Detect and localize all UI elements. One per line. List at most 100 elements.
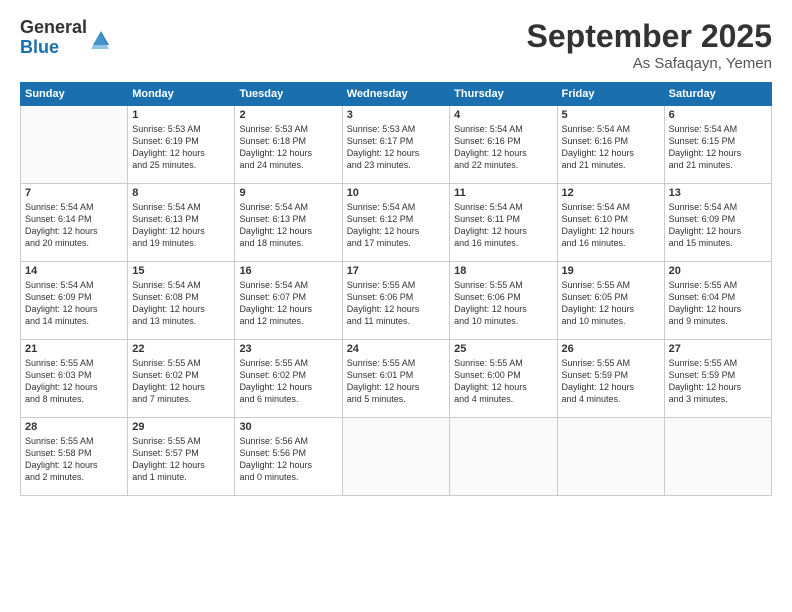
calendar-cell: 4 Sunrise: 5:54 AM Sunset: 6:16 PM Daylig… bbox=[450, 106, 557, 184]
day-number: 17 bbox=[347, 265, 445, 277]
day-number: 30 bbox=[239, 421, 337, 433]
calendar-cell: 13 Sunrise: 5:54 AM Sunset: 6:09 PM Dayli… bbox=[664, 184, 771, 262]
day-info: Sunrise: 5:55 AM Sunset: 6:05 PM Dayligh… bbox=[562, 279, 660, 328]
calendar-cell bbox=[557, 418, 664, 496]
day-number: 24 bbox=[347, 343, 445, 355]
header-tuesday: Tuesday bbox=[235, 83, 342, 106]
header-wednesday: Wednesday bbox=[342, 83, 449, 106]
title-block: September 2025 As Safaqayn, Yemen bbox=[527, 18, 772, 72]
calendar-cell: 30 Sunrise: 5:56 AM Sunset: 5:56 PM Dayli… bbox=[235, 418, 342, 496]
day-number: 13 bbox=[669, 187, 767, 199]
day-number: 6 bbox=[669, 109, 767, 121]
calendar-week-2: 7 Sunrise: 5:54 AM Sunset: 6:14 PM Daylig… bbox=[21, 184, 772, 262]
calendar-cell: 2 Sunrise: 5:53 AM Sunset: 6:18 PM Daylig… bbox=[235, 106, 342, 184]
calendar-cell: 16 Sunrise: 5:54 AM Sunset: 6:07 PM Dayli… bbox=[235, 262, 342, 340]
day-info: Sunrise: 5:54 AM Sunset: 6:12 PM Dayligh… bbox=[347, 201, 445, 250]
day-number: 4 bbox=[454, 109, 552, 121]
day-number: 28 bbox=[25, 421, 123, 433]
calendar-cell bbox=[342, 418, 449, 496]
calendar-cell bbox=[21, 106, 128, 184]
day-info: Sunrise: 5:53 AM Sunset: 6:17 PM Dayligh… bbox=[347, 123, 445, 172]
calendar-cell: 27Sunrise: 5:55 AM Sunset: 5:59 PM Dayli… bbox=[664, 340, 771, 418]
calendar-table: Sunday Monday Tuesday Wednesday Thursday… bbox=[20, 82, 772, 496]
day-number: 23 bbox=[239, 343, 337, 355]
logo-text: General Blue bbox=[20, 18, 87, 58]
day-info: Sunrise: 5:54 AM Sunset: 6:16 PM Dayligh… bbox=[562, 123, 660, 172]
day-info: Sunrise: 5:55 AM Sunset: 6:01 PM Dayligh… bbox=[347, 357, 445, 406]
calendar-cell: 9 Sunrise: 5:54 AM Sunset: 6:13 PM Daylig… bbox=[235, 184, 342, 262]
logo-general: General bbox=[20, 18, 87, 38]
calendar-week-3: 14Sunrise: 5:54 AM Sunset: 6:09 PM Dayli… bbox=[21, 262, 772, 340]
day-info: Sunrise: 5:55 AM Sunset: 5:58 PM Dayligh… bbox=[25, 435, 123, 484]
day-number: 22 bbox=[132, 343, 230, 355]
day-info: Sunrise: 5:54 AM Sunset: 6:11 PM Dayligh… bbox=[454, 201, 552, 250]
day-number: 20 bbox=[669, 265, 767, 277]
header: General Blue September 2025 As Safaqayn,… bbox=[20, 18, 772, 72]
day-info: Sunrise: 5:54 AM Sunset: 6:09 PM Dayligh… bbox=[669, 201, 767, 250]
header-thursday: Thursday bbox=[450, 83, 557, 106]
calendar-week-5: 28 Sunrise: 5:55 AM Sunset: 5:58 PM Dayli… bbox=[21, 418, 772, 496]
header-saturday: Saturday bbox=[664, 83, 771, 106]
day-number: 25 bbox=[454, 343, 552, 355]
day-number: 5 bbox=[562, 109, 660, 121]
day-info: Sunrise: 5:54 AM Sunset: 6:13 PM Dayligh… bbox=[239, 201, 337, 250]
day-info: Sunrise: 5:53 AM Sunset: 6:19 PM Dayligh… bbox=[132, 123, 230, 172]
day-info: Sunrise: 5:54 AM Sunset: 6:13 PM Dayligh… bbox=[132, 201, 230, 250]
logo: General Blue bbox=[20, 18, 111, 58]
calendar-cell: 12 Sunrise: 5:54 AM Sunset: 6:10 PM Dayli… bbox=[557, 184, 664, 262]
day-number: 2 bbox=[239, 109, 337, 121]
day-info: Sunrise: 5:54 AM Sunset: 6:10 PM Dayligh… bbox=[562, 201, 660, 250]
day-number: 27 bbox=[669, 343, 767, 355]
day-number: 12 bbox=[562, 187, 660, 199]
calendar-cell: 17Sunrise: 5:55 AM Sunset: 6:06 PM Dayli… bbox=[342, 262, 449, 340]
calendar-cell: 5 Sunrise: 5:54 AM Sunset: 6:16 PM Daylig… bbox=[557, 106, 664, 184]
day-info: Sunrise: 5:54 AM Sunset: 6:16 PM Dayligh… bbox=[454, 123, 552, 172]
header-monday: Monday bbox=[128, 83, 235, 106]
day-info: Sunrise: 5:55 AM Sunset: 6:06 PM Dayligh… bbox=[454, 279, 552, 328]
calendar-cell: 8 Sunrise: 5:54 AM Sunset: 6:13 PM Daylig… bbox=[128, 184, 235, 262]
header-sunday: Sunday bbox=[21, 83, 128, 106]
calendar-cell: 26 Sunrise: 5:55 AM Sunset: 5:59 PM Dayli… bbox=[557, 340, 664, 418]
calendar-cell: 25 Sunrise: 5:55 AM Sunset: 6:00 PM Dayli… bbox=[450, 340, 557, 418]
calendar-cell: 10Sunrise: 5:54 AM Sunset: 6:12 PM Dayli… bbox=[342, 184, 449, 262]
logo-icon bbox=[89, 27, 111, 49]
calendar-cell: 11 Sunrise: 5:54 AM Sunset: 6:11 PM Dayli… bbox=[450, 184, 557, 262]
calendar-cell: 18 Sunrise: 5:55 AM Sunset: 6:06 PM Dayli… bbox=[450, 262, 557, 340]
calendar-cell: 14Sunrise: 5:54 AM Sunset: 6:09 PM Dayli… bbox=[21, 262, 128, 340]
day-number: 21 bbox=[25, 343, 123, 355]
calendar-cell: 19Sunrise: 5:55 AM Sunset: 6:05 PM Dayli… bbox=[557, 262, 664, 340]
calendar-cell bbox=[450, 418, 557, 496]
day-info: Sunrise: 5:54 AM Sunset: 6:14 PM Dayligh… bbox=[25, 201, 123, 250]
day-number: 14 bbox=[25, 265, 123, 277]
day-number: 11 bbox=[454, 187, 552, 199]
day-number: 8 bbox=[132, 187, 230, 199]
title-location: As Safaqayn, Yemen bbox=[527, 55, 772, 72]
calendar-cell: 28 Sunrise: 5:55 AM Sunset: 5:58 PM Dayli… bbox=[21, 418, 128, 496]
day-info: Sunrise: 5:54 AM Sunset: 6:07 PM Dayligh… bbox=[239, 279, 337, 328]
day-info: Sunrise: 5:55 AM Sunset: 6:02 PM Dayligh… bbox=[239, 357, 337, 406]
day-info: Sunrise: 5:55 AM Sunset: 6:02 PM Dayligh… bbox=[132, 357, 230, 406]
calendar-cell: 21 Sunrise: 5:55 AM Sunset: 6:03 PM Dayli… bbox=[21, 340, 128, 418]
day-info: Sunrise: 5:55 AM Sunset: 6:03 PM Dayligh… bbox=[25, 357, 123, 406]
calendar-cell: 1Sunrise: 5:53 AM Sunset: 6:19 PM Daylig… bbox=[128, 106, 235, 184]
day-number: 29 bbox=[132, 421, 230, 433]
day-info: Sunrise: 5:53 AM Sunset: 6:18 PM Dayligh… bbox=[239, 123, 337, 172]
calendar-cell: 24 Sunrise: 5:55 AM Sunset: 6:01 PM Dayli… bbox=[342, 340, 449, 418]
calendar-cell: 22 Sunrise: 5:55 AM Sunset: 6:02 PM Dayli… bbox=[128, 340, 235, 418]
header-friday: Friday bbox=[557, 83, 664, 106]
page: General Blue September 2025 As Safaqayn,… bbox=[0, 0, 792, 612]
calendar-header-row: Sunday Monday Tuesday Wednesday Thursday… bbox=[21, 83, 772, 106]
day-number: 26 bbox=[562, 343, 660, 355]
calendar-cell: 3 Sunrise: 5:53 AM Sunset: 6:17 PM Daylig… bbox=[342, 106, 449, 184]
calendar-cell: 29Sunrise: 5:55 AM Sunset: 5:57 PM Dayli… bbox=[128, 418, 235, 496]
day-number: 3 bbox=[347, 109, 445, 121]
day-number: 18 bbox=[454, 265, 552, 277]
calendar-cell: 15Sunrise: 5:54 AM Sunset: 6:08 PM Dayli… bbox=[128, 262, 235, 340]
day-info: Sunrise: 5:55 AM Sunset: 6:00 PM Dayligh… bbox=[454, 357, 552, 406]
day-number: 7 bbox=[25, 187, 123, 199]
day-info: Sunrise: 5:56 AM Sunset: 5:56 PM Dayligh… bbox=[239, 435, 337, 484]
day-number: 16 bbox=[239, 265, 337, 277]
day-number: 9 bbox=[239, 187, 337, 199]
day-info: Sunrise: 5:55 AM Sunset: 5:59 PM Dayligh… bbox=[562, 357, 660, 406]
day-number: 15 bbox=[132, 265, 230, 277]
